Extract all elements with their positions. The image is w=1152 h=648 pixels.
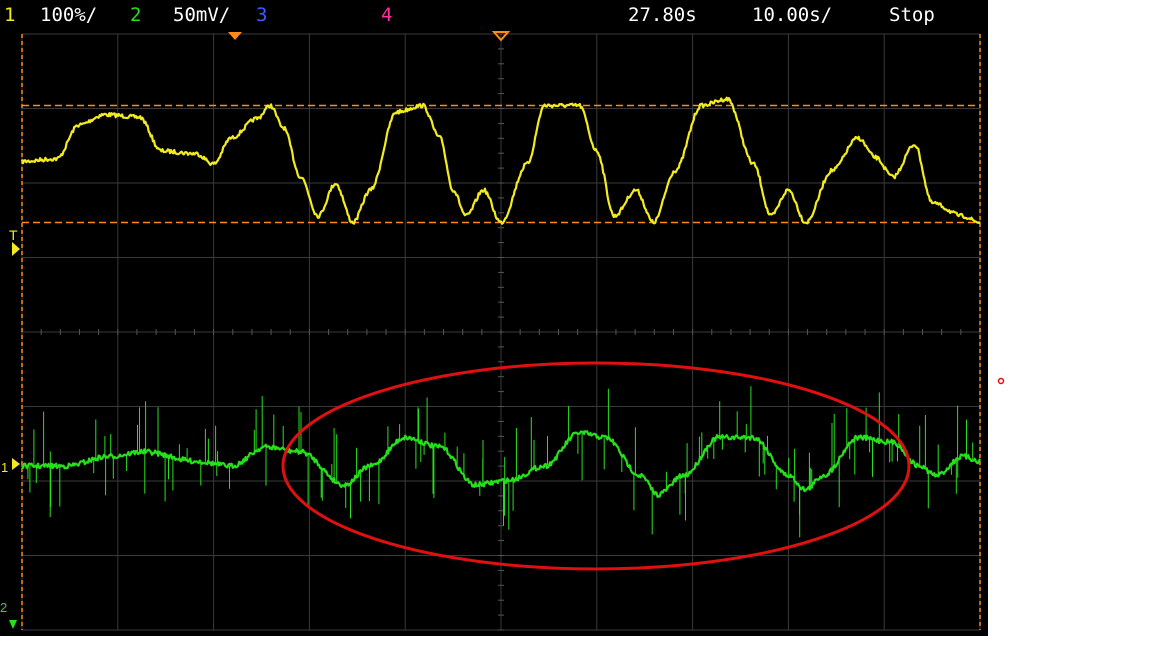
- trigger-level-marker[interactable]: [12, 242, 20, 256]
- ch2-ground-label: 2: [0, 600, 7, 615]
- ch1-ground-label: 1: [1, 460, 8, 475]
- annotation-dot: [997, 377, 1005, 385]
- ch1-ground-marker[interactable]: [12, 458, 20, 470]
- ch2-trace-spikes: [27, 386, 974, 538]
- annotation-ellipse: [281, 361, 911, 571]
- trigger-label: T: [9, 227, 18, 243]
- ch2-ground-marker[interactable]: [9, 620, 17, 629]
- trigger-position-marker[interactable]: [228, 32, 242, 40]
- graticule: [21, 33, 981, 631]
- plot-area: T 1 2: [0, 31, 1005, 631]
